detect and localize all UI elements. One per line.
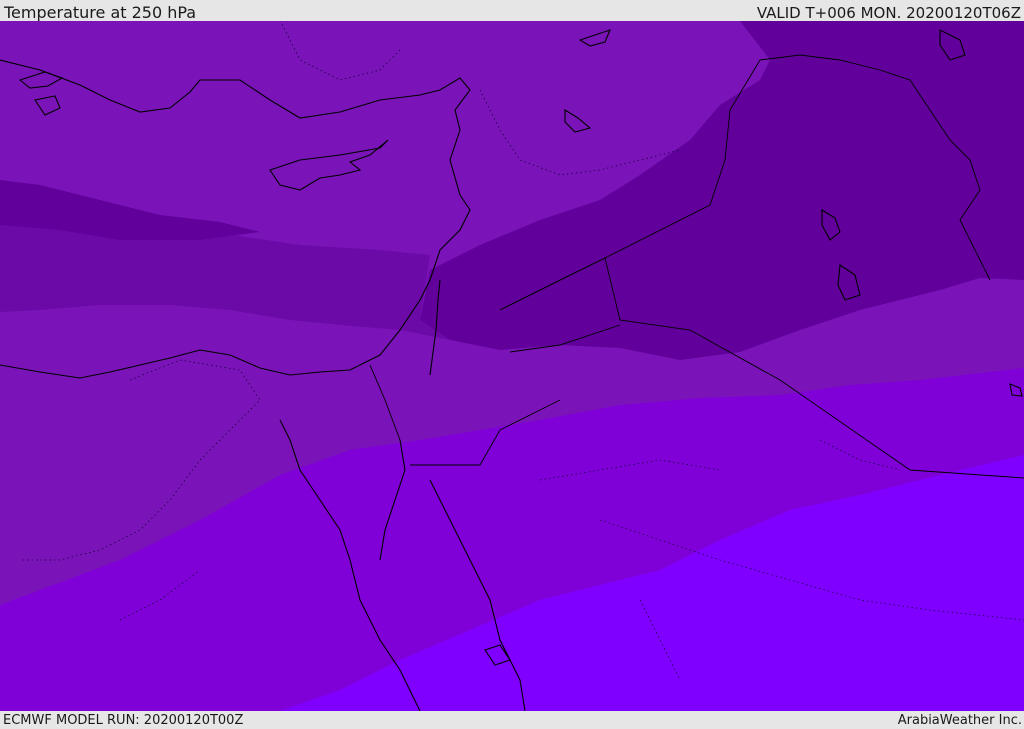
- valid-time: VALID T+006 MON. 20200120T06Z: [756, 4, 1021, 22]
- model-run: ECMWF MODEL RUN: 20200120T00Z: [3, 713, 244, 728]
- temperature-map[interactable]: [0, 21, 1024, 711]
- credit-text: ArabiaWeather Inc.: [897, 713, 1022, 728]
- map-canvas: [0, 21, 1024, 711]
- header-bar: Temperature at 250 hPa VALID T+006 MON. …: [0, 0, 1024, 22]
- map-title: Temperature at 250 hPa: [4, 3, 197, 22]
- footer-bar: ECMWF MODEL RUN: 20200120T00Z ArabiaWeat…: [0, 711, 1024, 729]
